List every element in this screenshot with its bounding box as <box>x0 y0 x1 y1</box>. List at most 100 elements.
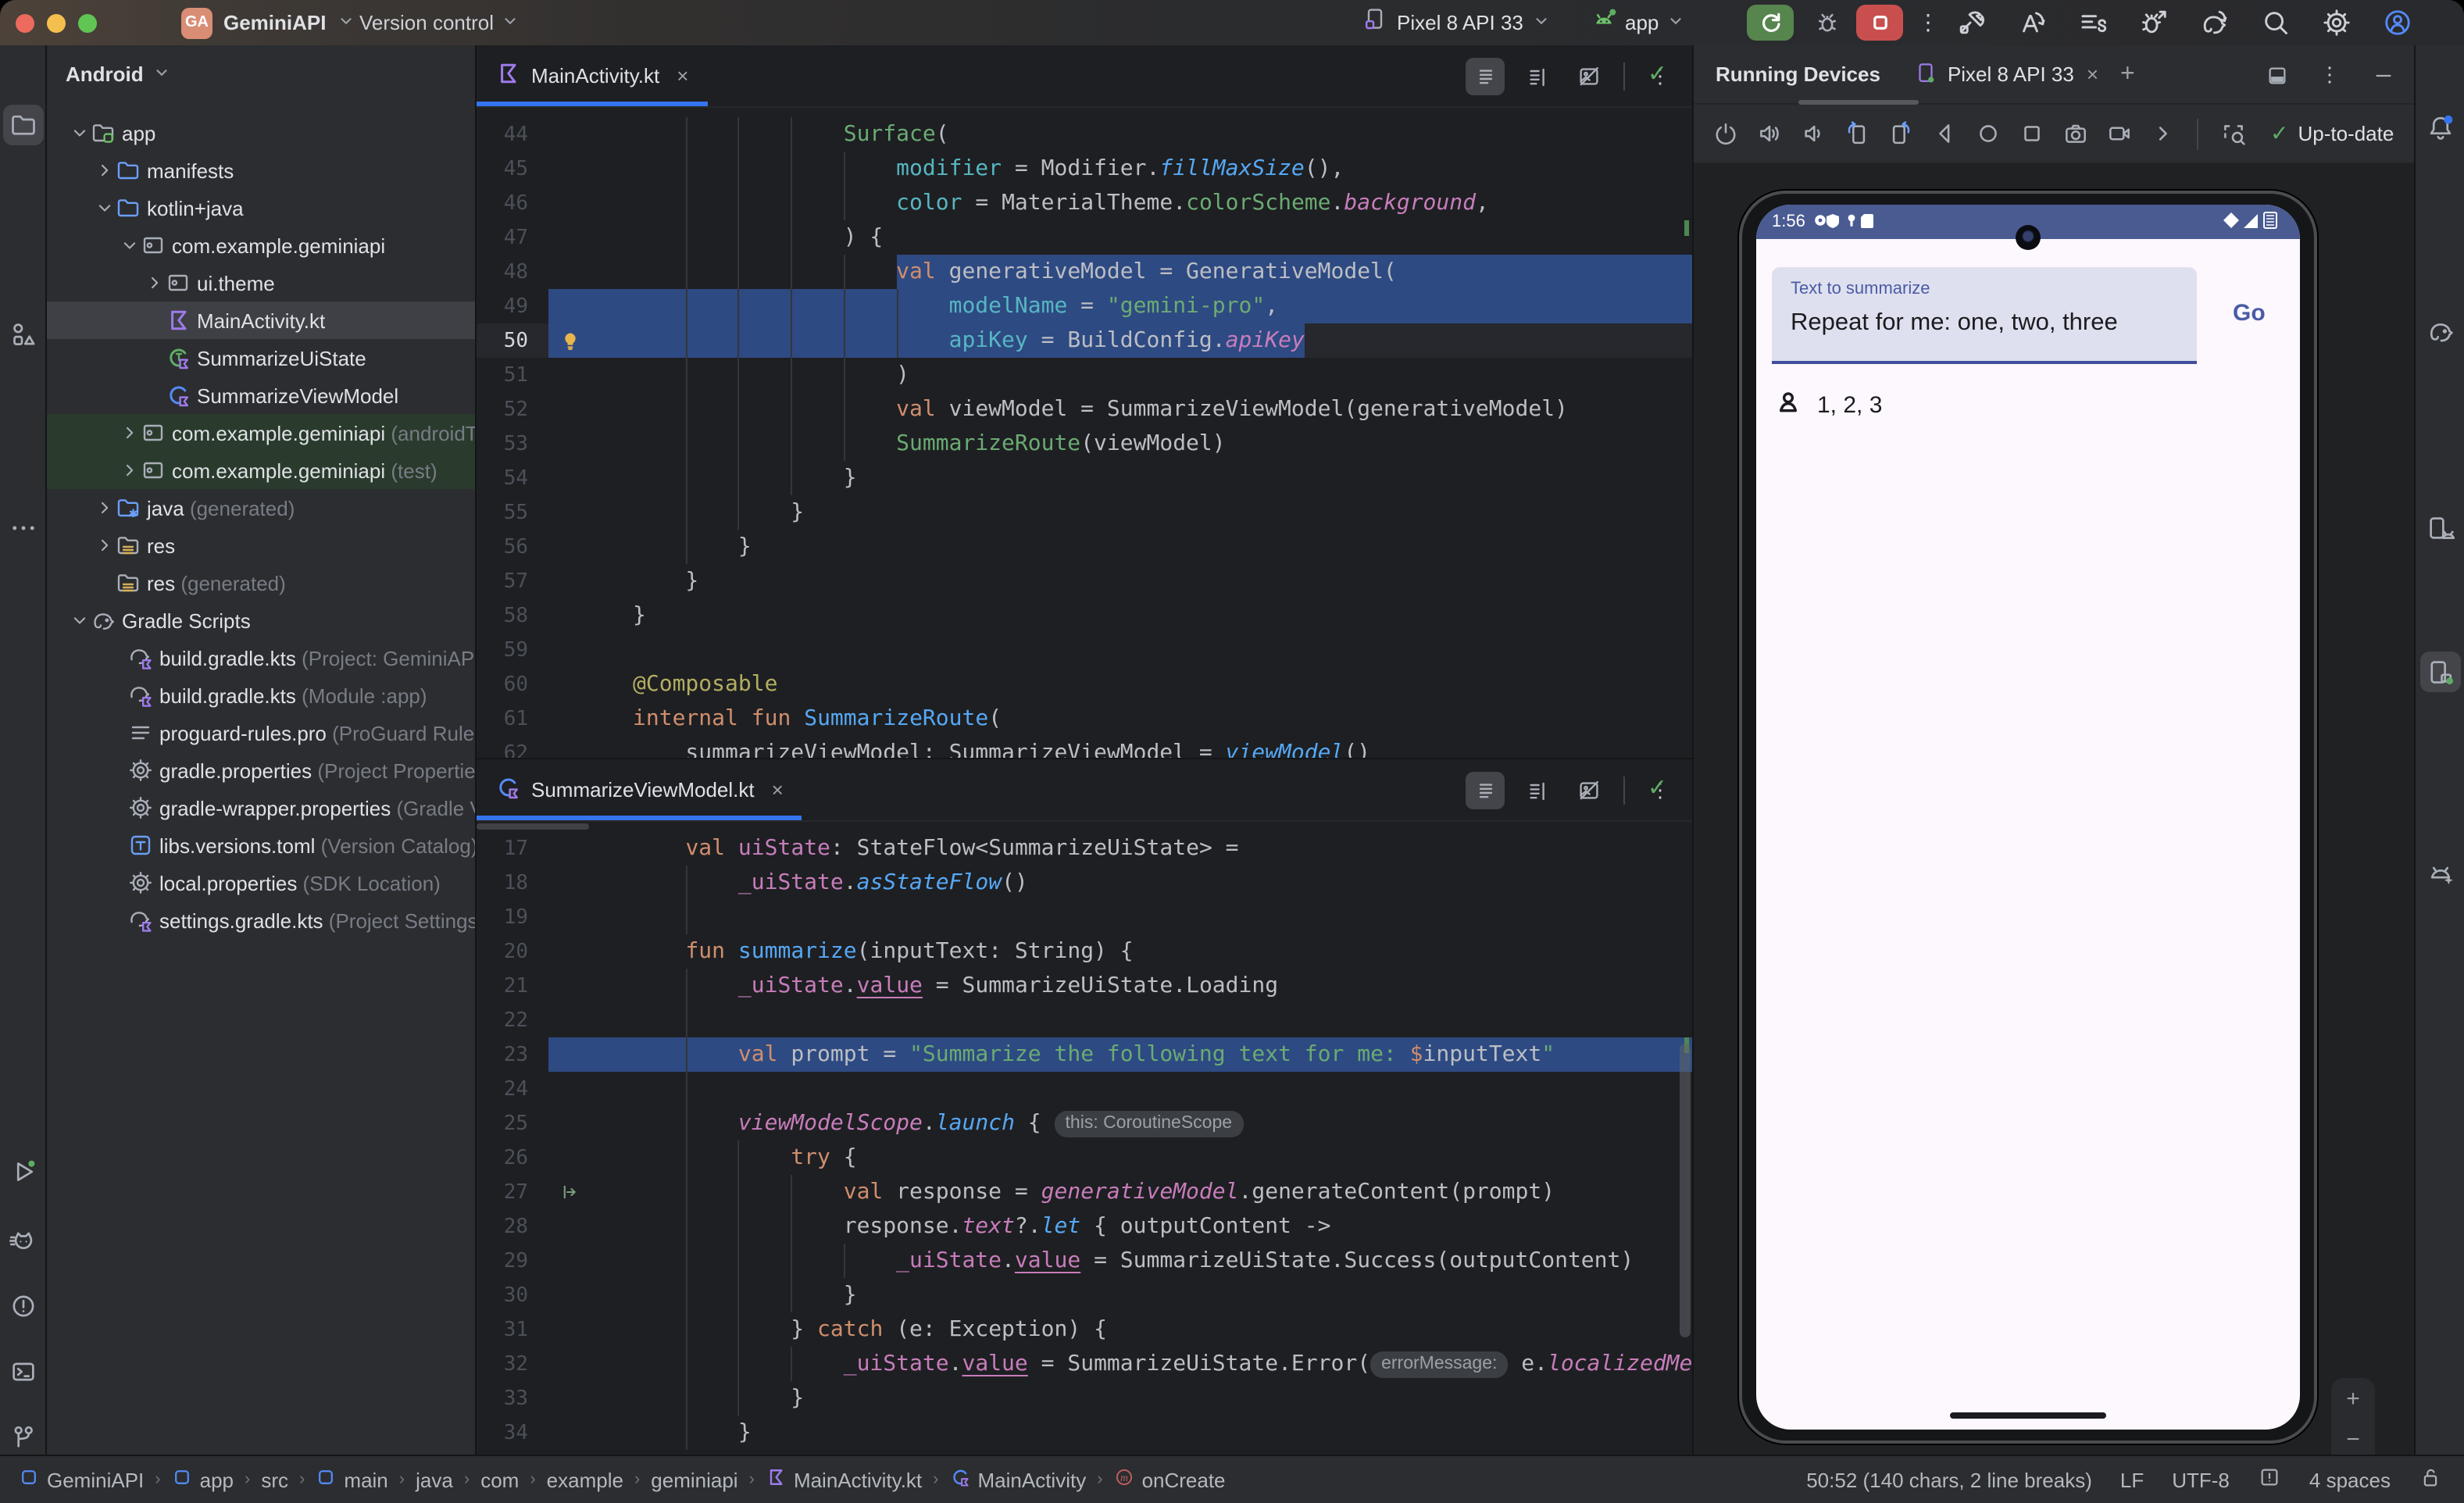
code-line-32[interactable]: 32 _uiState.value = SummarizeUiState.Err… <box>477 1347 1692 1381</box>
inspection-highlight-icon[interactable] <box>2258 1466 2281 1494</box>
chevron-down-icon[interactable] <box>69 122 91 144</box>
tree-item-mainactivity-kt[interactable]: MainActivity.kt <box>47 302 475 339</box>
code-line-52[interactable]: 52 val viewModel = SummarizeViewModel(ge… <box>477 392 1692 427</box>
tool-window-button-run[interactable] <box>2 1151 43 1192</box>
code-line-62[interactable]: 62 summarizeViewModel: SummarizeViewMode… <box>477 736 1692 758</box>
chevron-right-icon[interactable] <box>119 459 141 481</box>
code-area[interactable]: 17 val uiState: StateFlow<SummarizeUiSta… <box>477 822 1692 1455</box>
breadcrumb-example[interactable]: example <box>547 1468 623 1491</box>
breadcrumb-src[interactable]: src <box>261 1468 288 1491</box>
logcat-tool-icon[interactable] <box>2072 5 2112 41</box>
run-configuration-selector[interactable]: app <box>1591 0 1684 45</box>
text-to-summarize-field[interactable]: Text to summarize Repeat for me: one, tw… <box>1772 267 2197 364</box>
panel-options-kebab-icon[interactable]: ⋮ <box>2311 56 2348 94</box>
code-line-33[interactable]: 33 } <box>477 1381 1692 1416</box>
tree-item-com-example-geminiapi[interactable]: com.example.geminiapi <box>47 227 475 264</box>
caret-position-widget[interactable]: 50:52 (140 chars, 2 line breaks) <box>1806 1468 2092 1491</box>
ai-actions-icon[interactable] <box>2011 5 2052 41</box>
build-icon[interactable] <box>1950 5 1991 41</box>
device-tab-pixel8[interactable]: Pixel 8 API 33 × <box>1915 60 2098 88</box>
header-scrollbar[interactable] <box>1798 100 1919 105</box>
code-line-27[interactable]: 27 val response = generativeModel.genera… <box>477 1175 1692 1209</box>
code-line-22[interactable]: 22 <box>477 1003 1692 1037</box>
main-menu-version-control[interactable]: Version control <box>359 0 519 45</box>
tree-item-build-gradle-kts[interactable]: build.gradle.kts (Module :app) <box>47 677 475 714</box>
code-line-54[interactable]: 54 } <box>477 461 1692 495</box>
code-line-23[interactable]: 23 val prompt = "Summarize the following… <box>477 1037 1692 1072</box>
zoom-out-button[interactable]: − <box>2346 1429 2360 1451</box>
minimize-window-button[interactable] <box>47 13 66 32</box>
breadcrumb-main[interactable]: main <box>316 1467 387 1492</box>
emulator-back-icon[interactable] <box>1925 115 1962 152</box>
unlocked-icon[interactable] <box>2419 1466 2442 1494</box>
rerun-button[interactable] <box>1747 5 1794 41</box>
chevron-right-icon[interactable] <box>94 497 116 519</box>
code-line-47[interactable]: 47 ) { <box>477 220 1692 255</box>
code-line-58[interactable]: 58} <box>477 598 1692 633</box>
chevron-right-icon[interactable] <box>94 159 116 181</box>
chevron-right-icon[interactable] <box>94 534 116 556</box>
search-icon[interactable] <box>2255 5 2295 41</box>
close-tab-icon[interactable]: × <box>772 778 784 801</box>
code-line-45[interactable]: 45 modifier = Modifier.fillMaxSize(), <box>477 152 1692 186</box>
tree-item-res[interactable]: res (generated) <box>47 564 475 602</box>
tree-item-summarizeuistate[interactable]: SummarizeUiState <box>47 339 475 377</box>
tool-window-button-project[interactable] <box>2 105 43 145</box>
code-line-25[interactable]: 25 viewModelScope.launch { this: Corouti… <box>477 1106 1692 1141</box>
line-separator-widget[interactable]: LF <box>2120 1468 2144 1491</box>
tree-item-java[interactable]: java (generated) <box>47 489 475 527</box>
device-selector[interactable]: Pixel 8 API 33 <box>1362 0 1550 45</box>
emulator-volume-up-icon[interactable] <box>1750 115 1787 152</box>
code-line-28[interactable]: 28 response.text?.let { outputContent -> <box>477 1209 1692 1244</box>
code-line-21[interactable]: 21 _uiState.value = SummarizeUiState.Loa… <box>477 969 1692 1003</box>
chevron-down-icon[interactable] <box>94 197 116 219</box>
code-line-20[interactable]: 20 fun summarize(inputText: String) { <box>477 934 1692 969</box>
code-line-61[interactable]: 61internal fun SummarizeRoute( <box>477 702 1692 736</box>
breadcrumb-java[interactable]: java <box>416 1468 453 1491</box>
hide-panel-icon[interactable] <box>2364 56 2402 94</box>
emulator-home-icon[interactable] <box>1969 115 2006 152</box>
emulator-overview-icon[interactable] <box>2012 115 2050 152</box>
code-line-30[interactable]: 30 } <box>477 1278 1692 1312</box>
code-line-26[interactable]: 26 try { <box>477 1141 1692 1175</box>
tree-item-com-example-geminiapi[interactable]: com.example.geminiapi (androidTest) <box>47 414 475 452</box>
zoom-window-button[interactable] <box>78 13 97 32</box>
gradle-sync-icon[interactable] <box>2194 5 2234 41</box>
editor-no-preview-icon[interactable] <box>1569 772 1608 809</box>
tree-item-res[interactable]: res <box>47 527 475 564</box>
editor-layout-split-icon[interactable] <box>1517 58 1556 95</box>
emulator-volume-down-icon[interactable] <box>1794 115 1831 152</box>
debug-button[interactable] <box>1806 5 1847 41</box>
tool-window-button-version-control[interactable] <box>2 1417 43 1458</box>
go-button[interactable]: Go <box>2233 300 2266 327</box>
tree-item-summarizeviewmodel[interactable]: SummarizeViewModel <box>47 377 475 414</box>
code-line-29[interactable]: 29 _uiState.value = SummarizeUiState.Suc… <box>477 1244 1692 1278</box>
indent-widget[interactable]: 4 spaces <box>2309 1468 2391 1491</box>
editor-layout-list-icon[interactable] <box>1466 58 1505 95</box>
vertical-scrollbar[interactable] <box>1680 1044 1691 1337</box>
breadcrumb-oncreate[interactable]: monCreate <box>1114 1467 1226 1492</box>
suspend-call-icon[interactable] <box>548 1175 592 1209</box>
code-line-34[interactable]: 34 } <box>477 1416 1692 1450</box>
profiler-icon[interactable] <box>2133 5 2173 41</box>
code-line-48[interactable]: 48 val generativeModel = GenerativeModel… <box>477 255 1692 289</box>
emulator-rotate-right-icon[interactable] <box>1881 115 1919 152</box>
breadcrumb-geminiapi[interactable]: GeminiAPI <box>19 1467 144 1492</box>
close-tab-icon[interactable]: × <box>677 64 688 87</box>
tree-item-gradle-wrapper-properties[interactable]: gradle-wrapper.properties (Gradle Versio… <box>47 789 475 826</box>
emulator-power-icon[interactable] <box>1706 115 1744 152</box>
breadcrumb-app[interactable]: app <box>172 1467 234 1492</box>
add-device-icon[interactable]: + <box>2120 60 2135 88</box>
breadcrumb-com[interactable]: com <box>480 1468 519 1491</box>
code-line-18[interactable]: 18 _uiState.asStateFlow() <box>477 866 1692 900</box>
tool-window-button-gradle[interactable] <box>2419 311 2460 352</box>
code-line-57[interactable]: 57 } <box>477 564 1692 598</box>
project-widget[interactable]: GA GeminiAPI <box>181 7 355 38</box>
chevron-right-icon[interactable] <box>144 272 166 294</box>
code-line-46[interactable]: 46 color = MaterialTheme.colorScheme.bac… <box>477 186 1692 220</box>
breadcrumb-mainactivity[interactable]: MainActivity <box>950 1467 1087 1492</box>
code-line-49[interactable]: 49 modelName = "gemini-pro", <box>477 289 1692 323</box>
gesture-navigation-pill[interactable] <box>1950 1412 2106 1419</box>
close-window-button[interactable] <box>16 13 34 32</box>
close-device-tab-icon[interactable]: × <box>2087 62 2098 86</box>
